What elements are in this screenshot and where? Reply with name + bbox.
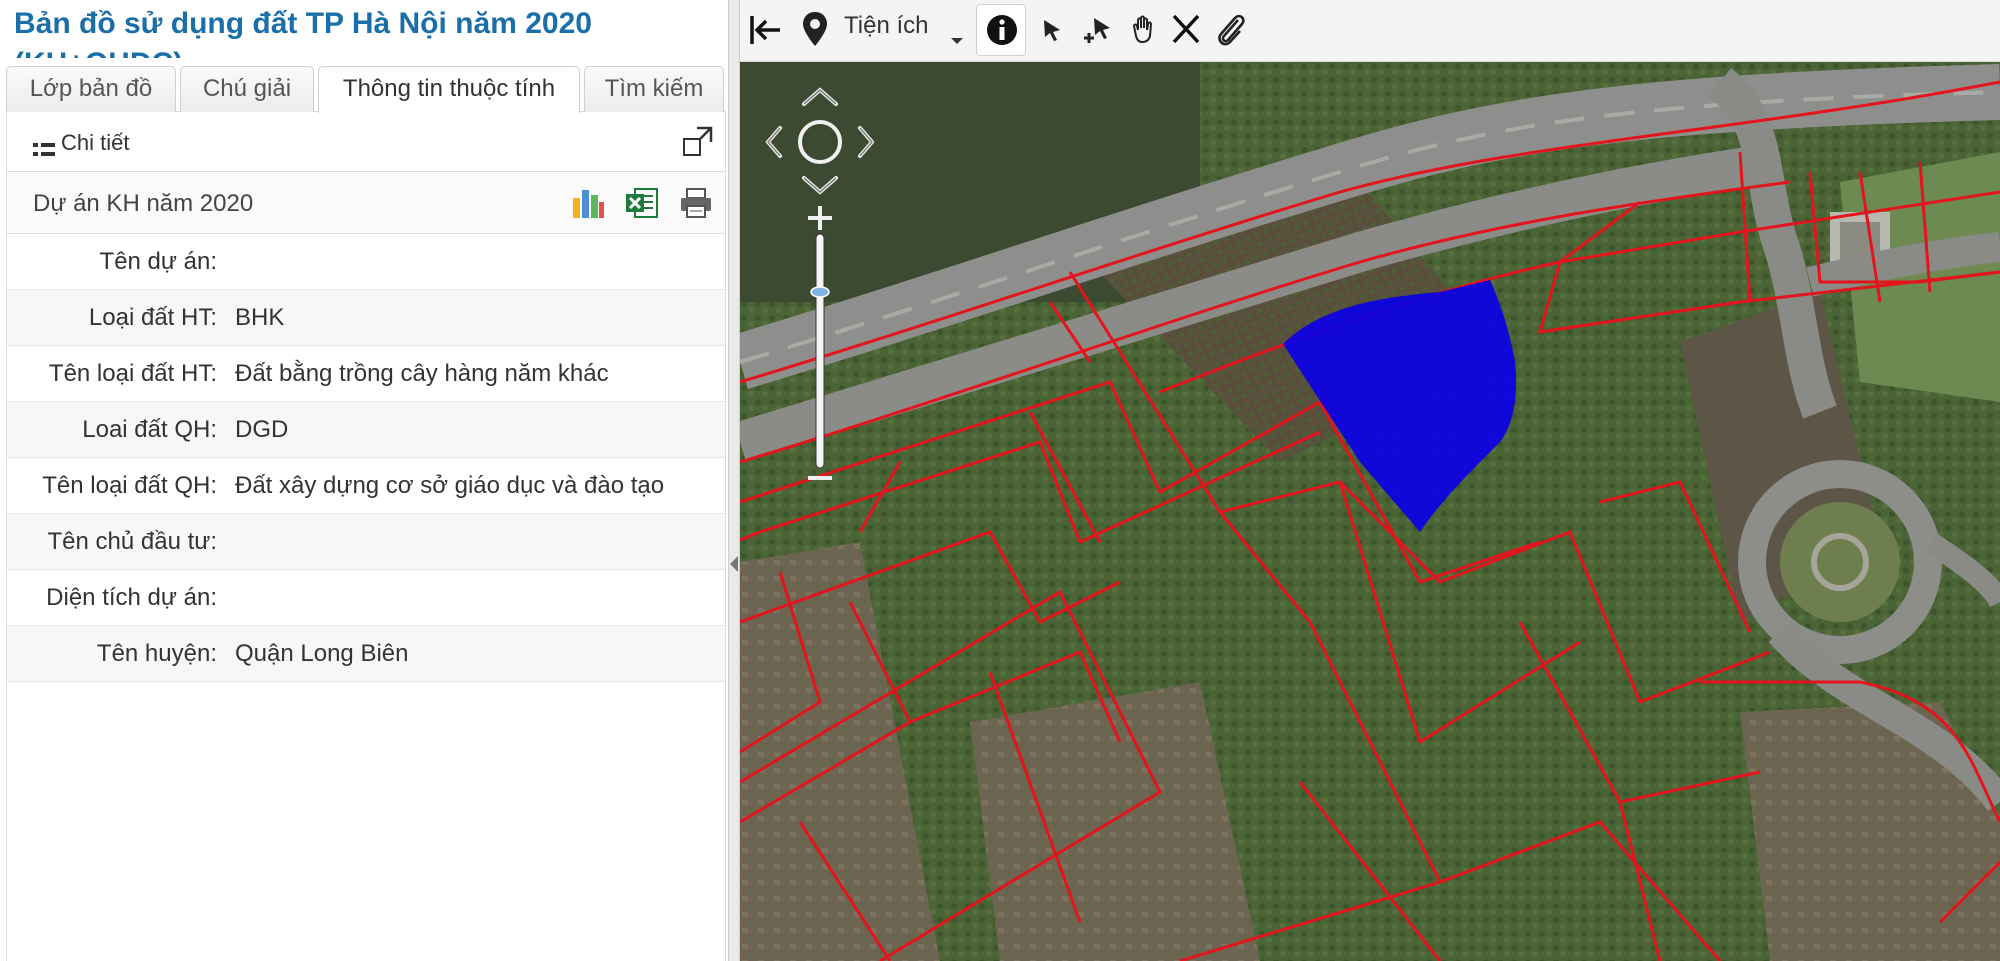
attribute-key: Loại đất HT: bbox=[88, 304, 217, 331]
print-icon[interactable] bbox=[679, 186, 713, 220]
detail-bar[interactable]: Chi tiết bbox=[7, 112, 725, 172]
exit-icon[interactable] bbox=[748, 8, 784, 52]
app-title: Bản đồ sử dụng đất TP Hà Nội năm 2020 (K… bbox=[14, 7, 592, 58]
close-icon[interactable] bbox=[1168, 8, 1204, 52]
select-add-icon[interactable] bbox=[1080, 8, 1120, 52]
attribute-panel: Chi tiết Dự án KH năm 2020 Tên dự án: Lo… bbox=[6, 112, 726, 961]
select-point-icon[interactable] bbox=[1036, 8, 1072, 52]
tab-search[interactable]: Tìm kiếm bbox=[584, 66, 724, 112]
attribute-key: Loai đất QH: bbox=[82, 416, 217, 443]
section-header: Dự án KH năm 2020 bbox=[7, 172, 725, 234]
attribute-row: Tên chủ đầu tư: bbox=[7, 514, 725, 570]
attribute-key: Tên loại đất QH: bbox=[42, 472, 217, 499]
attribute-value: Đất xây dựng cơ sở giáo dục và đào tạo bbox=[235, 472, 665, 499]
attribute-row: Tên loại đất HT: Đất bằng trồng cây hàng… bbox=[7, 346, 725, 402]
zoom-slider-track[interactable] bbox=[815, 233, 825, 469]
tab-attribute-info[interactable]: Thông tin thuộc tính bbox=[318, 66, 580, 113]
map-canvas[interactable] bbox=[740, 62, 2000, 961]
attribute-row: Tên dự án: bbox=[7, 234, 725, 290]
attribute-row: Tên loại đất QH: Đất xây dựng cơ sở giáo… bbox=[7, 458, 725, 514]
attribute-value: DGD bbox=[235, 416, 289, 443]
pan-up-icon[interactable] bbox=[802, 87, 838, 106]
section-title: Dự án KH năm 2020 bbox=[33, 190, 254, 217]
satellite-map-image bbox=[740, 62, 2000, 961]
attribute-value: Quận Long Biên bbox=[235, 640, 409, 667]
zoom-slider-handle[interactable] bbox=[810, 286, 830, 298]
map-toolbar: Tiện ích bbox=[740, 0, 2000, 62]
attribute-row: Tên huyện: Quận Long Biên bbox=[7, 626, 725, 682]
map-navigation-control bbox=[765, 87, 874, 480]
excel-icon[interactable] bbox=[625, 186, 659, 220]
pan-down-icon[interactable] bbox=[802, 176, 838, 195]
paperclip-icon[interactable] bbox=[1212, 8, 1248, 52]
pan-hand-icon[interactable] bbox=[1126, 8, 1162, 52]
attribute-table: Tên dự án: Loại đất HT: BHK Tên loại đất… bbox=[7, 234, 725, 682]
pan-left-icon[interactable] bbox=[765, 126, 782, 158]
chevron-down-icon[interactable] bbox=[948, 8, 966, 52]
attribute-key: Tên huyện: bbox=[96, 640, 217, 667]
attribute-key: Diện tích dự án: bbox=[46, 584, 217, 611]
map-pin-icon[interactable] bbox=[800, 8, 830, 52]
tab-map-layers[interactable]: Lớp bản đồ bbox=[6, 66, 176, 112]
utility-menu-label[interactable]: Tiện ích bbox=[844, 12, 928, 40]
tab-bar: Lớp bản đồ Chú giải Thông tin thuộc tính… bbox=[6, 66, 726, 113]
chart-icon[interactable] bbox=[571, 186, 605, 220]
info-icon bbox=[987, 15, 1017, 45]
left-panel: Bản đồ sử dụng đất TP Hà Nội năm 2020 (K… bbox=[0, 0, 733, 961]
attribute-row: Loại đất HT: BHK bbox=[7, 290, 725, 346]
pan-right-icon[interactable] bbox=[858, 126, 874, 158]
collapse-arrow-icon[interactable] bbox=[730, 556, 738, 572]
attribute-key: Tên chủ đầu tư: bbox=[47, 528, 218, 555]
attribute-key: Tên dự án: bbox=[99, 248, 217, 275]
panel-splitter[interactable] bbox=[728, 0, 740, 961]
expand-icon[interactable] bbox=[683, 126, 713, 156]
attribute-row: Diện tích dự án: bbox=[7, 570, 725, 626]
attribute-row: Loai đất QH: DGD bbox=[7, 402, 725, 458]
identify-button[interactable] bbox=[976, 4, 1026, 56]
detail-label: Chi tiết bbox=[61, 130, 130, 155]
zoom-in-icon[interactable] bbox=[808, 206, 832, 230]
list-icon bbox=[33, 143, 55, 156]
attribute-key: Tên loại đất HT: bbox=[48, 360, 217, 387]
home-reset-icon[interactable] bbox=[798, 120, 842, 164]
attribute-value: Đất bằng trồng cây hàng năm khác bbox=[235, 360, 609, 387]
tab-legend[interactable]: Chú giải bbox=[180, 66, 314, 112]
attribute-value: BHK bbox=[235, 304, 285, 331]
